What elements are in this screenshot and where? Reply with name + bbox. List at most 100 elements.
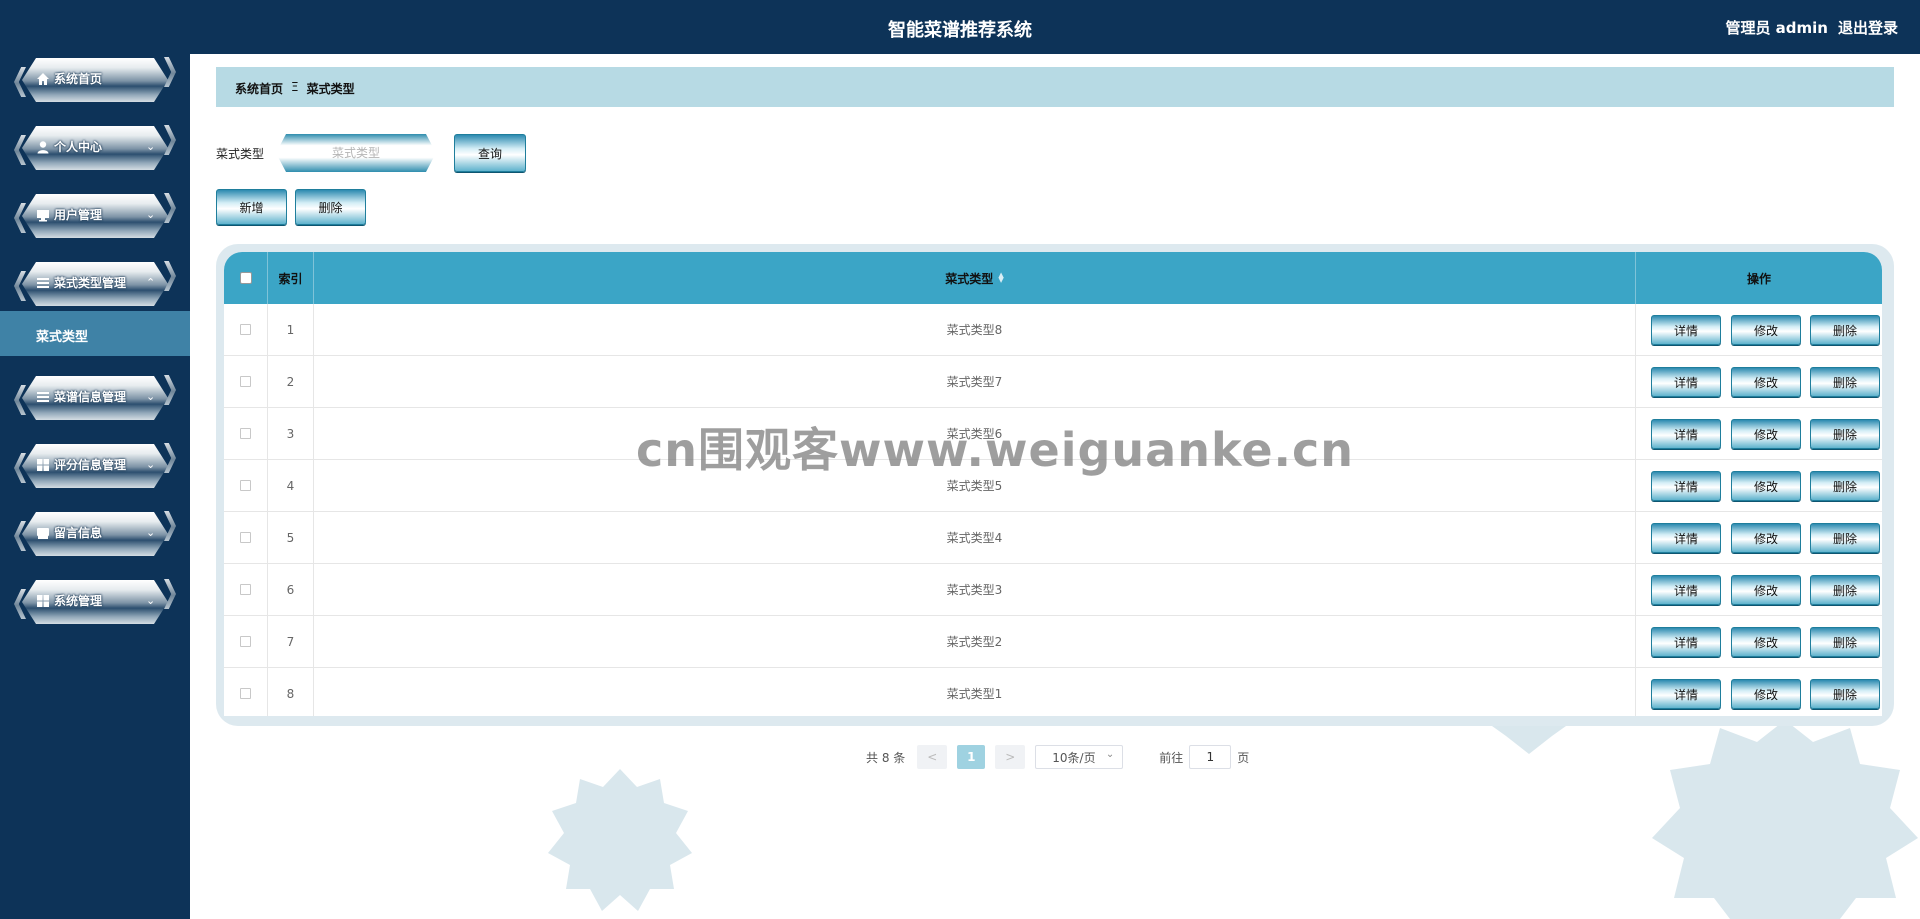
edit-button[interactable]: 修改 (1731, 315, 1801, 345)
delete-button[interactable]: 删除 (1810, 315, 1880, 345)
edit-button[interactable]: 修改 (1731, 679, 1801, 709)
row-checkbox-cell (224, 564, 268, 615)
delete-button[interactable]: 删除 (1810, 367, 1880, 397)
sidebar-item-label: 用户管理 (54, 208, 103, 222)
table-row: 7 菜式类型2 详情 修改 删除 (224, 616, 1882, 668)
detail-button[interactable]: 详情 (1651, 523, 1721, 553)
row-checkbox[interactable] (240, 532, 251, 543)
nav-content: 评分信息管理 (36, 456, 126, 473)
sidebar-item-label: 留言信息 (54, 526, 103, 540)
delete-button[interactable]: 删除 (1810, 523, 1880, 553)
batch-delete-button[interactable]: 删除 (295, 189, 366, 225)
nav-content: 系统首页 (36, 70, 102, 87)
row-checkbox[interactable] (240, 584, 251, 595)
chevron-down-icon: ⌄ (146, 140, 156, 153)
logout-link[interactable]: 退出登录 (1838, 17, 1898, 38)
search-input[interactable] (288, 138, 424, 168)
next-page-button[interactable]: > (995, 745, 1026, 769)
sidebar-item-dish-type-management[interactable]: 菜式类型管理 ⌃ (14, 259, 176, 309)
edit-button[interactable]: 修改 (1731, 471, 1801, 501)
table-row: 6 菜式类型3 详情 修改 删除 (224, 564, 1882, 616)
delete-button[interactable]: 删除 (1810, 575, 1880, 605)
row-index: 1 (268, 304, 314, 355)
detail-button[interactable]: 详情 (1651, 315, 1721, 345)
nav-content: 系统管理 (36, 592, 102, 609)
grid-icon (36, 594, 50, 608)
row-dish-type: 菜式类型2 (314, 616, 1636, 667)
header-actions: 操作 (1746, 271, 1771, 286)
row-checkbox[interactable] (240, 376, 251, 387)
sidebar-item-label: 菜谱信息管理 (54, 390, 127, 404)
sidebar-item-system-management[interactable]: 系统管理 ⌄ (14, 577, 176, 627)
sort-icon[interactable]: ▲ ▼ (998, 272, 1003, 284)
nav-content: 个人中心 (36, 138, 102, 155)
detail-button[interactable]: 详情 (1651, 419, 1721, 449)
edit-button[interactable]: 修改 (1731, 575, 1801, 605)
decorative-star-tip (1492, 726, 1566, 754)
sidebar-item-messages[interactable]: 留言信息 ⌄ (14, 509, 176, 559)
sidebar: 系统首页 个人中心 ⌄ 用户管理 ⌄ 菜式类型管理 ⌃ 菜式类型 菜谱信息管理 … (0, 0, 190, 919)
header-dish-type[interactable]: 菜式类型 ▲ ▼ (314, 252, 1636, 304)
page-size-select[interactable]: 10条/页 ⌄ (1035, 745, 1124, 769)
table-row: 1 菜式类型8 详情 修改 删除 (224, 304, 1882, 356)
user-label: 管理员 admin (1725, 19, 1828, 37)
detail-button[interactable]: 详情 (1651, 471, 1721, 501)
row-actions: 详情 修改 删除 (1636, 408, 1882, 459)
sidebar-item-users[interactable]: 用户管理 ⌄ (14, 191, 176, 241)
row-checkbox-cell (224, 408, 268, 459)
detail-button[interactable]: 详情 (1651, 627, 1721, 657)
chevron-down-icon: ⌄ (146, 594, 156, 607)
row-actions: 详情 修改 删除 (1636, 564, 1882, 615)
home-icon (36, 72, 50, 86)
delete-button[interactable]: 删除 (1810, 679, 1880, 709)
sidebar-item-label: 评分信息管理 (54, 458, 127, 472)
row-checkbox[interactable] (240, 428, 251, 439)
goto-page-input[interactable] (1189, 745, 1232, 769)
edit-button[interactable]: 修改 (1731, 367, 1801, 397)
watermark: cn围观客www.weiguanke.cn (636, 423, 1355, 477)
delete-button[interactable]: 删除 (1810, 627, 1880, 657)
sidebar-item-label: 系统管理 (54, 594, 103, 608)
detail-button[interactable]: 详情 (1651, 679, 1721, 709)
query-button[interactable]: 查询 (454, 134, 526, 172)
table-header: 索引 菜式类型 ▲ ▼ 操作 (224, 252, 1882, 304)
sidebar-item-recipe-management[interactable]: 菜谱信息管理 ⌄ (14, 373, 176, 423)
data-table: 索引 菜式类型 ▲ ▼ 操作 1 菜式类型8 详情 修改 删除 2 菜式类型7 详情 修改 删除 3 菜… (224, 252, 1882, 716)
row-checkbox[interactable] (240, 636, 251, 647)
prev-page-button[interactable]: < (917, 745, 948, 769)
search-label: 菜式类型 (216, 147, 265, 161)
detail-button[interactable]: 详情 (1651, 575, 1721, 605)
page-number-current[interactable]: 1 (957, 745, 986, 769)
pagination-total: 共 8 条 (866, 750, 906, 765)
user-area: 管理员 admin 退出登录 (1725, 17, 1898, 38)
row-index: 3 (268, 408, 314, 459)
grid-icon (36, 458, 50, 472)
sidebar-item-profile[interactable]: 个人中心 ⌄ (14, 123, 176, 173)
row-checkbox[interactable] (240, 688, 251, 699)
breadcrumb: 系统首页 Ξ 菜式类型 (216, 67, 1894, 107)
delete-button[interactable]: 删除 (1810, 471, 1880, 501)
add-button[interactable]: 新增 (216, 189, 287, 225)
delete-button[interactable]: 删除 (1810, 419, 1880, 449)
table-row: 5 菜式类型4 详情 修改 删除 (224, 512, 1882, 564)
sidebar-subitem-dish-type[interactable]: 菜式类型 (0, 311, 190, 356)
header-index: 索引 (268, 252, 314, 304)
detail-button[interactable]: 详情 (1651, 367, 1721, 397)
row-index: 4 (268, 460, 314, 511)
row-index: 7 (268, 616, 314, 667)
row-index: 5 (268, 512, 314, 563)
chevron-down-icon: ⌄ (146, 390, 156, 403)
sidebar-item-home[interactable]: 系统首页 (14, 55, 176, 105)
list-icon (36, 276, 50, 290)
select-all-checkbox[interactable] (239, 272, 252, 284)
decorative-star-large (1652, 720, 1918, 919)
nav-content: 用户管理 (36, 206, 102, 223)
row-checkbox[interactable] (240, 324, 251, 335)
row-checkbox-cell (224, 356, 268, 407)
row-checkbox[interactable] (240, 480, 251, 491)
breadcrumb-home[interactable]: 系统首页 (235, 80, 283, 107)
edit-button[interactable]: 修改 (1731, 419, 1801, 449)
sidebar-item-rating-management[interactable]: 评分信息管理 ⌄ (14, 441, 176, 491)
edit-button[interactable]: 修改 (1731, 627, 1801, 657)
edit-button[interactable]: 修改 (1731, 523, 1801, 553)
